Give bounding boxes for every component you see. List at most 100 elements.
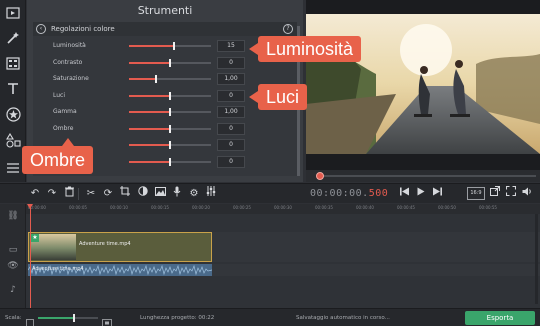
adjustment-label: Saturazione [53,75,89,82]
timeline-track-headers: ⛓ ▭ 👁 ♪ [0,204,26,308]
aspect-ratio-button[interactable]: 16:9 [467,187,485,200]
skip-back-icon[interactable] [398,186,412,202]
link-icon[interactable]: ⛓ [7,210,19,222]
slider-knob[interactable] [155,75,158,83]
equalizer-icon[interactable] [204,186,218,202]
slider-knob[interactable] [169,91,171,100]
cut-icon[interactable]: ✂ [84,186,98,202]
slider-knob[interactable] [169,141,171,149]
callout-luminosita: Luminosità [248,36,362,62]
ruler-tick: 00:00:25 [233,205,251,210]
seek-track[interactable] [318,175,536,177]
video-clip-name: Adventure time.mp4 [79,241,131,247]
zoom-fill [38,317,74,319]
slider-knob[interactable] [169,58,171,67]
status-bar: Scala: Lunghezza progetto: 00:22 Salvata… [0,308,540,326]
callout-ombre: Ombre [22,138,94,174]
volume-icon[interactable] [520,186,534,202]
timecode-ms: 500 [368,188,389,199]
time-ruler[interactable]: 00:00:00 00:00:05 00:00:10 00:00:15 00:00:20… [26,204,540,214]
titles-icon[interactable] [3,79,23,99]
fullscreen-icon[interactable] [504,185,518,202]
ruler-tick: 00:00:30 [274,205,292,210]
zoom-knob[interactable] [73,314,75,322]
image-icon[interactable] [153,186,167,202]
slider-fill [129,61,170,64]
section-header: ‹ Regolazioni colore ? [33,22,297,36]
adjustment-value-field[interactable]: 1,00 [217,73,245,85]
detach-preview-icon[interactable] [488,186,502,202]
zoom-in-icon[interactable] [102,313,112,326]
adjustment-slider[interactable] [129,42,211,50]
adjustment-slider[interactable] [129,157,211,166]
slider-fill [129,144,170,146]
project-length: Lunghezza progetto: 00:22 [140,315,215,321]
audio-clip-name: Adventure time.mp4 [32,266,84,272]
adjustment-slider[interactable] [129,108,211,116]
adjustment-label: Luminosità [53,42,86,49]
timecode: 00:00:00.500 [310,186,388,202]
adjustment-label: Gamma [53,108,77,115]
adjustment-slider[interactable] [129,141,211,149]
preview-frame [306,14,540,154]
panel-title: Strumenti [137,4,193,17]
adjustment-value-field[interactable]: 15 [217,40,245,52]
slider-fill [129,94,170,97]
ruler-tick: 00:00:15 [151,205,169,210]
more-tools-icon[interactable] [3,158,23,178]
ruler-tick: 00:00:55 [479,205,497,210]
slider-knob[interactable] [169,157,171,166]
timeline: ⛓ ▭ 👁 ♪ 00:00:00 00:00:05 00:00:10 00:00:15… [0,204,540,308]
magic-wand-icon[interactable] [3,28,23,48]
eye-icon[interactable]: 👁 [7,260,19,272]
back-icon[interactable]: ‹ [36,24,46,34]
import-icon[interactable] [3,3,23,23]
video-preview [306,0,540,170]
adjustment-value-field[interactable]: 0 [217,122,245,135]
zoom-label: Scala: [5,315,22,321]
music-track-icon[interactable]: ♪ [7,284,19,296]
adjustment-value-field[interactable]: 0 [217,56,245,69]
adjustment-value-field[interactable]: 0 [217,155,245,168]
help-icon[interactable]: ? [283,24,293,34]
adjustment-label: Contrasto [53,58,83,66]
playhead[interactable] [27,204,33,308]
play-icon[interactable] [414,186,428,202]
ruler-tick: 00:00:50 [438,205,456,210]
video-track-icon[interactable]: ▭ [7,244,19,256]
slider-knob[interactable] [173,42,176,50]
zoom-slider[interactable] [38,314,98,322]
adjustment-slider[interactable] [129,58,211,67]
adjustment-slider[interactable] [129,124,211,133]
edit-toolbar: ↶ ↷ ✂ ⟳ ⚙ 00:00:00.500 16:9 [0,183,540,203]
redo-icon[interactable]: ↷ [45,186,59,202]
preview-seekbar[interactable] [306,170,540,182]
video-clip[interactable]: ★ Adventure time.mp4 [28,232,212,262]
stickers-icon[interactable] [3,104,23,124]
seek-handle[interactable] [316,172,324,180]
microphone-icon[interactable] [170,186,184,202]
transitions-icon[interactable] [3,130,23,150]
export-button[interactable]: Esporta [465,311,535,325]
zoom-out-icon[interactable] [26,312,36,326]
slider-knob[interactable] [169,124,171,133]
slider-knob[interactable] [169,108,171,116]
trash-icon[interactable] [62,186,76,202]
adjustment-slider[interactable] [129,91,211,100]
timeline-scrollbar[interactable] [535,214,538,304]
gear-icon[interactable]: ⚙ [187,186,201,202]
color-adjust-icon[interactable] [136,186,150,202]
adjustment-slider[interactable] [129,75,211,83]
rotate-icon[interactable]: ⟳ [101,186,115,202]
adjustment-row: Ombre 0 [33,121,297,137]
adjustment-value-field[interactable]: 0 [217,139,245,151]
crop-icon[interactable] [118,186,132,202]
skip-forward-icon[interactable] [430,186,444,202]
adjustment-value-field[interactable]: 0 [217,89,245,102]
filmstrip-icon[interactable] [3,53,23,73]
undo-icon[interactable]: ↶ [28,186,42,202]
clip-effect-star-icon: ★ [31,234,39,242]
slider-fill [129,78,157,80]
audio-clip[interactable]: Adventure time.mp4 [28,264,212,276]
adjustment-value-field[interactable]: 1,00 [217,106,245,118]
